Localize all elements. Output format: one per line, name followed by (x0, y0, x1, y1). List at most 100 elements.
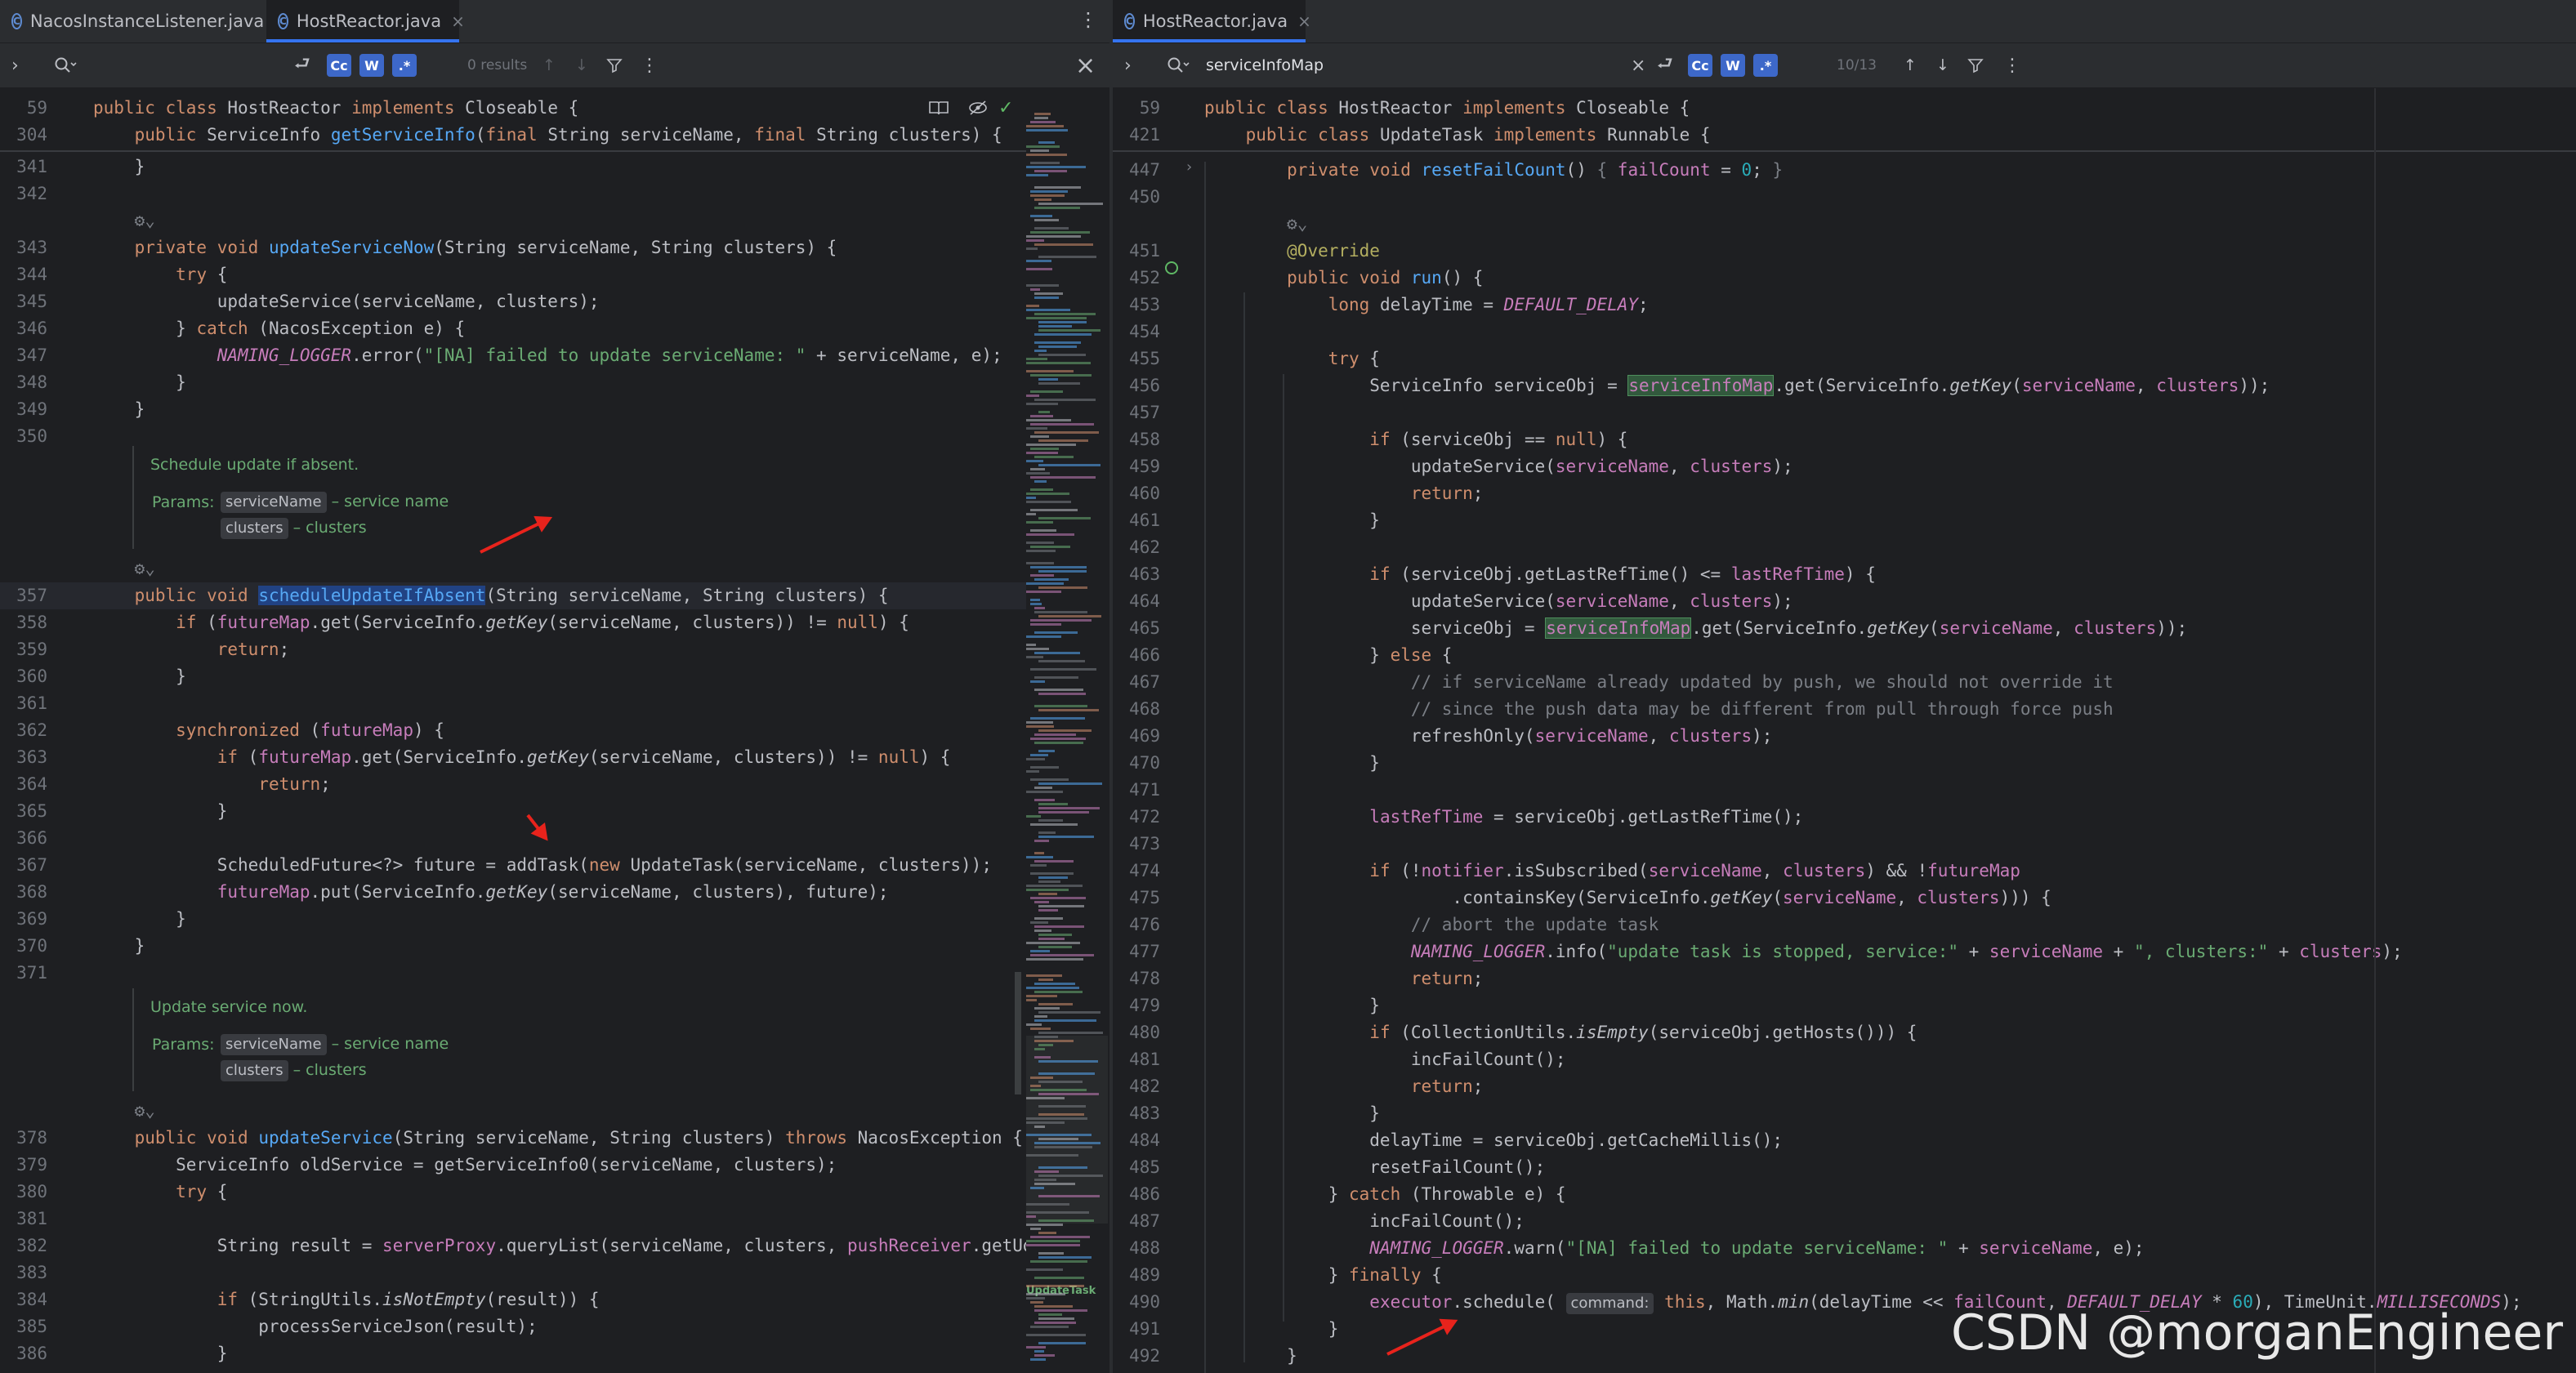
code-text[interactable]: synchronized (futureMap) { (93, 717, 444, 744)
previous-occurrence-icon[interactable]: ↑ (542, 43, 556, 87)
line-number[interactable]: 386 (0, 1340, 47, 1367)
implements-method-icon[interactable] (1165, 261, 1178, 274)
code-text[interactable]: try { (93, 1179, 227, 1206)
line-number[interactable]: 491 (1113, 1316, 1160, 1343)
code-line[interactable]: 344 try { (0, 261, 1109, 288)
code-text[interactable]: } catch (Throwable e) { (1204, 1181, 1566, 1208)
line-number[interactable]: 452 (1113, 265, 1160, 292)
search-input[interactable]: serviceInfoMap (1206, 43, 1410, 87)
code-text[interactable]: ⚙⌄ (1204, 211, 1307, 238)
code-text[interactable]: serviceObj = serviceInfoMap.get(ServiceI… (1204, 615, 2187, 642)
line-number[interactable]: 453 (1113, 292, 1160, 319)
code-line[interactable]: 471 (1113, 777, 2576, 804)
line-number[interactable]: 342 (0, 181, 47, 207)
code-text[interactable]: return; (93, 771, 331, 798)
line-number[interactable]: 454 (1113, 319, 1160, 345)
line-number[interactable]: 456 (1113, 372, 1160, 399)
line-number[interactable]: 341 (0, 154, 47, 181)
line-number[interactable]: 476 (1113, 912, 1160, 938)
line-number[interactable]: 462 (1113, 534, 1160, 561)
line-number[interactable]: 482 (1113, 1073, 1160, 1100)
code-text[interactable]: return; (1204, 965, 1484, 992)
code-text[interactable]: .containsKey(ServiceInfo.getKey(serviceN… (1204, 885, 2051, 912)
code-text[interactable]: updateService(serviceName, clusters); (1204, 588, 1793, 615)
line-number[interactable]: 59 (1113, 95, 1160, 122)
line-number[interactable]: 363 (0, 744, 47, 771)
code-line[interactable]: 384 if (StringUtils.isNotEmpty(result)) … (0, 1286, 1109, 1313)
code-text[interactable]: processServiceJson(result); (93, 1313, 537, 1340)
line-number[interactable]: 59 (0, 95, 47, 122)
regex-toggle[interactable]: .* (1753, 54, 1778, 77)
line-number[interactable]: 383 (0, 1259, 47, 1286)
code-text[interactable]: ScheduledFuture<?> future = addTask(new … (93, 852, 992, 879)
line-number[interactable]: 492 (1113, 1343, 1160, 1370)
rendered-javadoc[interactable]: Update service now. Params: serviceName – … (132, 988, 1000, 1091)
code-text[interactable]: NAMING_LOGGER.warn("[NA] failed to updat… (1204, 1235, 2144, 1262)
words-toggle[interactable]: W (359, 54, 384, 77)
line-number[interactable]: 477 (1113, 938, 1160, 965)
code-line[interactable]: 457 (1113, 399, 2576, 426)
line-number[interactable]: 471 (1113, 777, 1160, 804)
code-line[interactable]: 364 return; (0, 771, 1109, 798)
code-line[interactable]: 357 public void scheduleUpdateIfAbsent(S… (0, 582, 1109, 609)
tab-nacos-instance-listener[interactable]: C NacosInstanceListener.java (0, 0, 266, 42)
code-text[interactable]: public class UpdateTask implements Runna… (1204, 122, 1711, 149)
code-text[interactable]: long delayTime = DEFAULT_DELAY; (1204, 292, 1649, 319)
line-number[interactable]: 483 (1113, 1100, 1160, 1127)
code-line[interactable]: 385 processServiceJson(result); (0, 1313, 1109, 1340)
line-number[interactable]: 344 (0, 261, 47, 288)
code-text[interactable]: return; (93, 636, 290, 663)
line-number[interactable]: 348 (0, 369, 47, 396)
code-text[interactable]: @Override (1204, 238, 1380, 265)
right-code-editor[interactable]: 59 public class HostReactor implements Cl… (1113, 88, 2576, 1373)
line-number[interactable]: 450 (1113, 184, 1160, 211)
code-line[interactable]: 456 ServiceInfo serviceObj = serviceInfo… (1113, 372, 2576, 399)
line-number[interactable]: 385 (0, 1313, 47, 1340)
inspection-ok-icon[interactable]: ✓ (998, 98, 1013, 118)
code-text[interactable]: } (93, 369, 186, 396)
line-number[interactable]: 464 (1113, 588, 1160, 615)
code-text[interactable]: incFailCount(); (1204, 1046, 1566, 1073)
code-line[interactable]: 450 (1113, 184, 2576, 211)
code-text[interactable]: if (serviceObj == null) { (1204, 426, 1627, 453)
line-number[interactable]: 369 (0, 906, 47, 933)
expand-replace-icon[interactable]: › (1124, 43, 1132, 87)
code-line[interactable]: 348 } (0, 369, 1109, 396)
left-code-editor[interactable]: 59 public class HostReactor implements Cl… (0, 88, 1109, 1373)
line-number[interactable]: 474 (1113, 858, 1160, 885)
code-line[interactable]: 483 } (1113, 1100, 2576, 1127)
code-text[interactable]: if (!notifier.isSubscribed(serviceName, … (1204, 858, 2020, 885)
code-line[interactable]: 358 if (futureMap.get(ServiceInfo.getKey… (0, 609, 1109, 636)
code-text[interactable]: } else { (1204, 642, 1452, 669)
code-text[interactable]: if (CollectionUtils.isEmpty(serviceObj.g… (1204, 1019, 1917, 1046)
code-text[interactable]: ⚙⌄ (93, 207, 155, 234)
line-number[interactable]: 358 (0, 609, 47, 636)
code-line[interactable]: 378 public void updateService(String ser… (0, 1125, 1109, 1152)
scrollbar-thumb[interactable] (1015, 972, 1021, 1094)
line-number[interactable]: 367 (0, 852, 47, 879)
code-text[interactable]: String result = serverProxy.queryList(se… (93, 1233, 1065, 1259)
code-text[interactable]: ⚙⌄ (93, 1098, 155, 1125)
code-text[interactable]: public class HostReactor implements Clos… (1204, 95, 1690, 122)
line-number[interactable]: 345 (0, 288, 47, 315)
more-options-icon[interactable]: ⋮ (2003, 43, 2021, 87)
search-input[interactable] (85, 43, 281, 87)
line-number[interactable]: 461 (1113, 507, 1160, 534)
code-line[interactable]: 365 } (0, 798, 1109, 825)
close-icon[interactable]: × (451, 11, 465, 31)
code-line[interactable]: 382 String result = serverProxy.queryLis… (0, 1233, 1109, 1259)
line-number[interactable]: 349 (0, 396, 47, 423)
code-text[interactable]: resetFailCount(); (1204, 1154, 1545, 1181)
code-line[interactable]: 469 refreshOnly(serviceName, clusters); (1113, 723, 2576, 750)
code-line[interactable]: 482 return; (1113, 1073, 2576, 1100)
code-line[interactable]: 489 } finally { (1113, 1262, 2576, 1289)
next-occurrence-icon[interactable]: ↓ (575, 43, 588, 87)
code-text[interactable]: ⚙⌄ (93, 555, 155, 582)
code-line[interactable]: 341 } (0, 154, 1109, 181)
code-line[interactable]: 462 (1113, 534, 2576, 561)
code-text[interactable]: NAMING_LOGGER.info("update task is stopp… (1204, 938, 2403, 965)
rendered-javadoc[interactable]: Schedule update if absent. Params: service… (132, 446, 1000, 549)
line-number[interactable]: 381 (0, 1206, 47, 1233)
code-text[interactable]: } (1204, 750, 1380, 777)
code-text[interactable]: try { (1204, 345, 1380, 372)
